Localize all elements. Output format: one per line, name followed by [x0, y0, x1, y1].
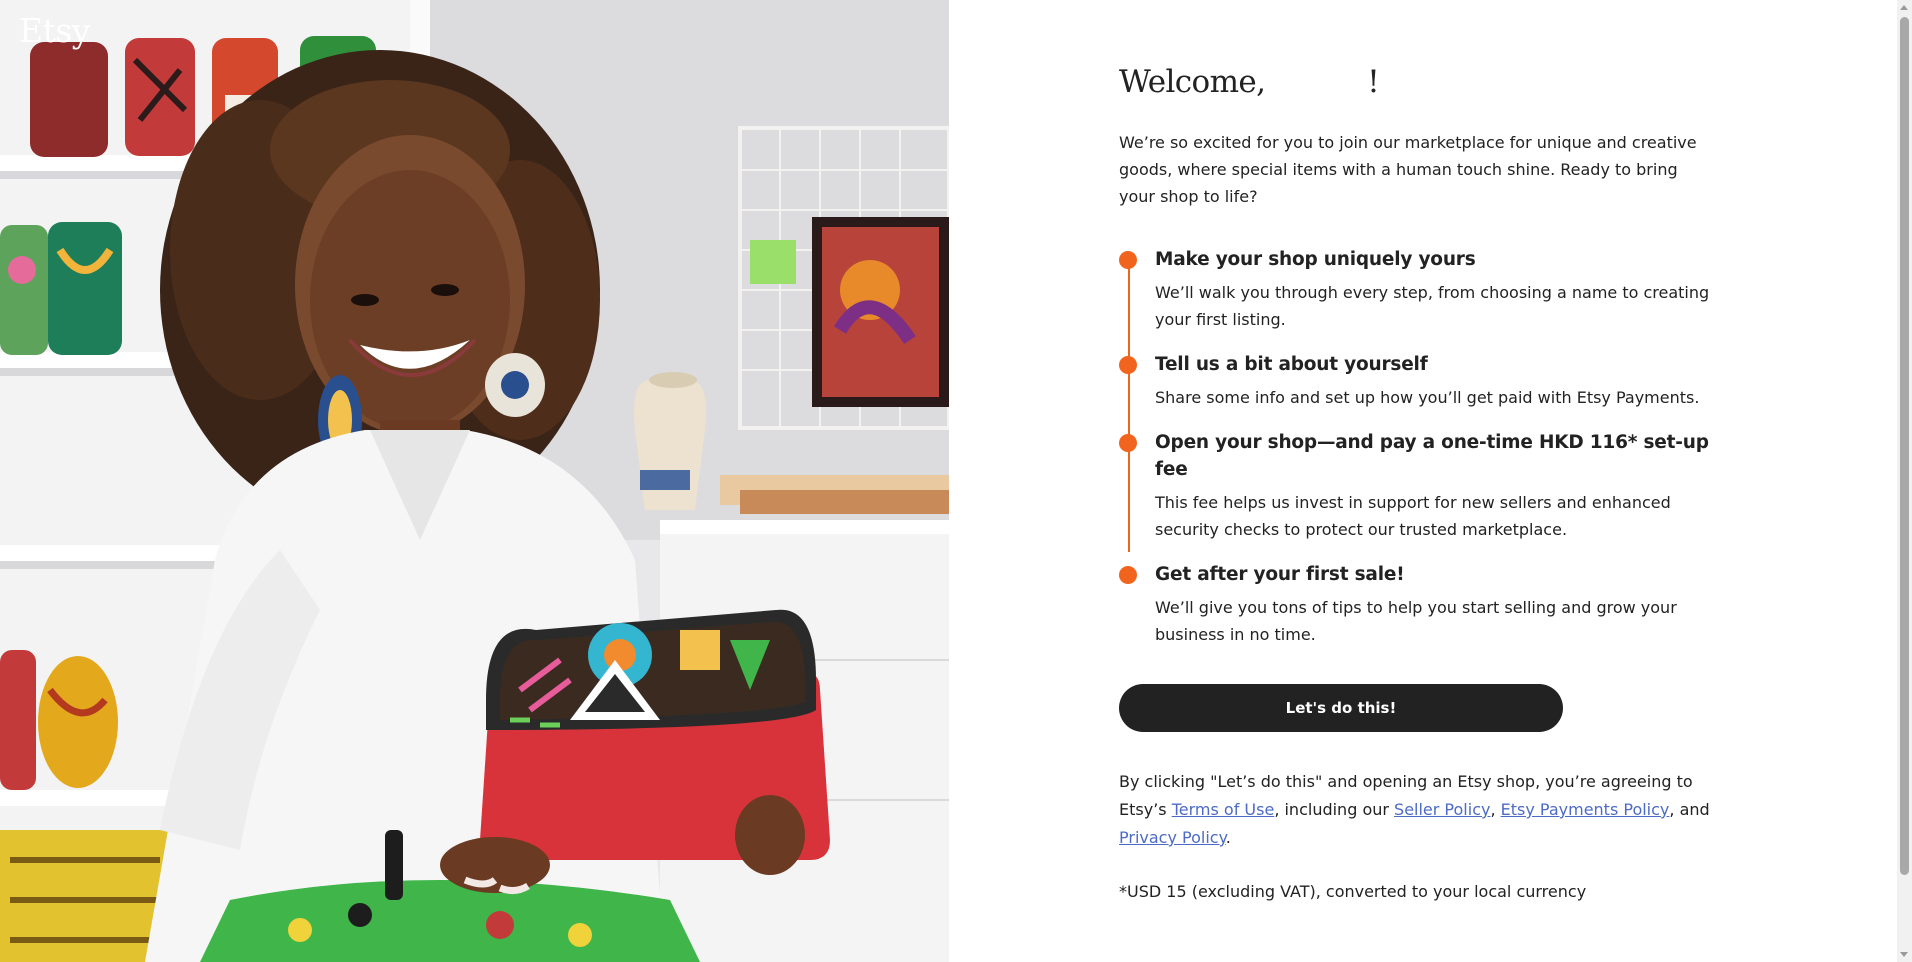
lets-do-this-button[interactable]: Let's do this! — [1119, 684, 1563, 732]
hero-illustration — [0, 0, 949, 962]
legal-text-part: , and — [1669, 800, 1710, 819]
steps-timeline-line — [1128, 258, 1130, 552]
seller-policy-link[interactable]: Seller Policy — [1394, 800, 1490, 819]
legal-text-part: . — [1225, 828, 1231, 847]
fee-footnote: *USD 15 (excluding VAT), converted to yo… — [1119, 882, 1587, 901]
page-scrollbar[interactable] — [1897, 0, 1912, 962]
scroll-down-arrow-icon[interactable] — [1900, 952, 1908, 957]
step-bullet-icon — [1119, 356, 1137, 374]
hero-photo: Etsy — [0, 0, 949, 962]
step-item: Tell us a bit about yourself Share some … — [1119, 351, 1709, 411]
step-bullet-icon — [1119, 566, 1137, 584]
step-bullet-icon — [1119, 251, 1137, 269]
terms-of-use-link[interactable]: Terms of Use — [1172, 800, 1275, 819]
etsy-logo[interactable]: Etsy — [19, 11, 90, 50]
step-bullet-icon — [1119, 434, 1137, 452]
step-title: Make your shop uniquely yours — [1155, 249, 1476, 270]
legal-text-part: , — [1490, 800, 1501, 819]
scrollbar-thumb[interactable] — [1900, 17, 1909, 875]
step-description: Share some info and set up how you’ll ge… — [1155, 388, 1700, 407]
welcome-heading: Welcome, ! — [1119, 64, 1380, 100]
onboarding-steps: Make your shop uniquely yours We’ll walk… — [1119, 246, 1709, 648]
step-item: Get after your first sale! We’ll give yo… — [1119, 561, 1709, 648]
legal-agreement-text: By clicking "Let’s do this" and opening … — [1119, 768, 1719, 852]
scroll-up-arrow-icon[interactable] — [1900, 5, 1908, 10]
onboarding-panel: Welcome, ! We’re so excited for you to j… — [1119, 58, 1710, 906]
step-item: Make your shop uniquely yours We’ll walk… — [1119, 246, 1709, 333]
step-item: Open your shop—and pay a one-time HKD 11… — [1119, 429, 1709, 543]
step-title: Get after your first sale! — [1155, 564, 1405, 585]
legal-text-part: , including our — [1274, 800, 1395, 819]
step-description: We’ll give you tons of tips to help you … — [1155, 598, 1677, 644]
step-description: This fee helps us invest in support for … — [1155, 493, 1671, 539]
etsy-payments-policy-link[interactable]: Etsy Payments Policy — [1501, 800, 1670, 819]
privacy-policy-link[interactable]: Privacy Policy — [1119, 828, 1226, 847]
step-description: We’ll walk you through every step, from … — [1155, 283, 1710, 329]
step-title: Open your shop—and pay a one-time HKD 11… — [1155, 432, 1709, 480]
intro-text: We’re so excited for you to join our mar… — [1119, 133, 1697, 206]
step-title: Tell us a bit about yourself — [1155, 354, 1428, 375]
